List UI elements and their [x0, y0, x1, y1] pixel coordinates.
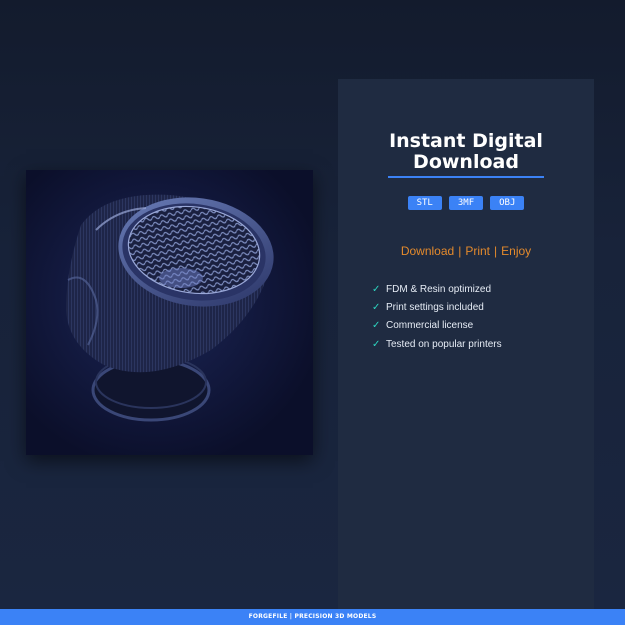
feature-item: ✓ Commercial license — [372, 317, 582, 335]
3d-model-render — [26, 170, 313, 455]
format-badge-obj: OBJ — [490, 196, 525, 210]
panel-title-line-1: Instant Digital — [389, 130, 543, 152]
feature-label: Print settings included — [386, 301, 484, 313]
panel-title-line-2: Download — [413, 151, 519, 173]
footer-text: FORGEFILE | PRECISION 3D MODELS — [248, 613, 377, 620]
feature-item: ✓ FDM & Resin optimized — [372, 280, 582, 298]
title-underline — [388, 176, 544, 178]
tagline-download: Download — [400, 244, 455, 258]
footer-bar: FORGEFILE | PRECISION 3D MODELS — [0, 609, 625, 625]
check-icon: ✓ — [372, 283, 381, 295]
feature-label: Tested on popular printers — [386, 338, 502, 350]
feature-item: ✓ Tested on popular printers — [372, 335, 582, 353]
tagline-separator: | — [494, 244, 498, 258]
check-icon: ✓ — [372, 301, 381, 313]
format-badge-stl: STL — [407, 196, 442, 210]
product-image — [26, 170, 313, 455]
panel-title: Instant Digital Download — [338, 131, 594, 173]
tagline-enjoy: Enjoy — [501, 244, 532, 258]
feature-list: ✓ FDM & Resin optimized ✓ Print settings… — [372, 280, 582, 353]
format-badges: STL 3MF OBJ — [338, 196, 594, 210]
feature-label: Commercial license — [386, 320, 474, 332]
tagline: Download | Print | Enjoy — [338, 244, 594, 258]
check-icon: ✓ — [372, 320, 381, 332]
feature-item: ✓ Print settings included — [372, 298, 582, 316]
tagline-separator: | — [458, 244, 462, 258]
feature-label: FDM & Resin optimized — [386, 283, 492, 295]
tagline-print: Print — [465, 244, 491, 258]
info-panel: Instant Digital Download STL 3MF OBJ Dow… — [338, 79, 594, 609]
format-badge-3mf: 3MF — [448, 196, 484, 210]
check-icon: ✓ — [372, 338, 381, 350]
